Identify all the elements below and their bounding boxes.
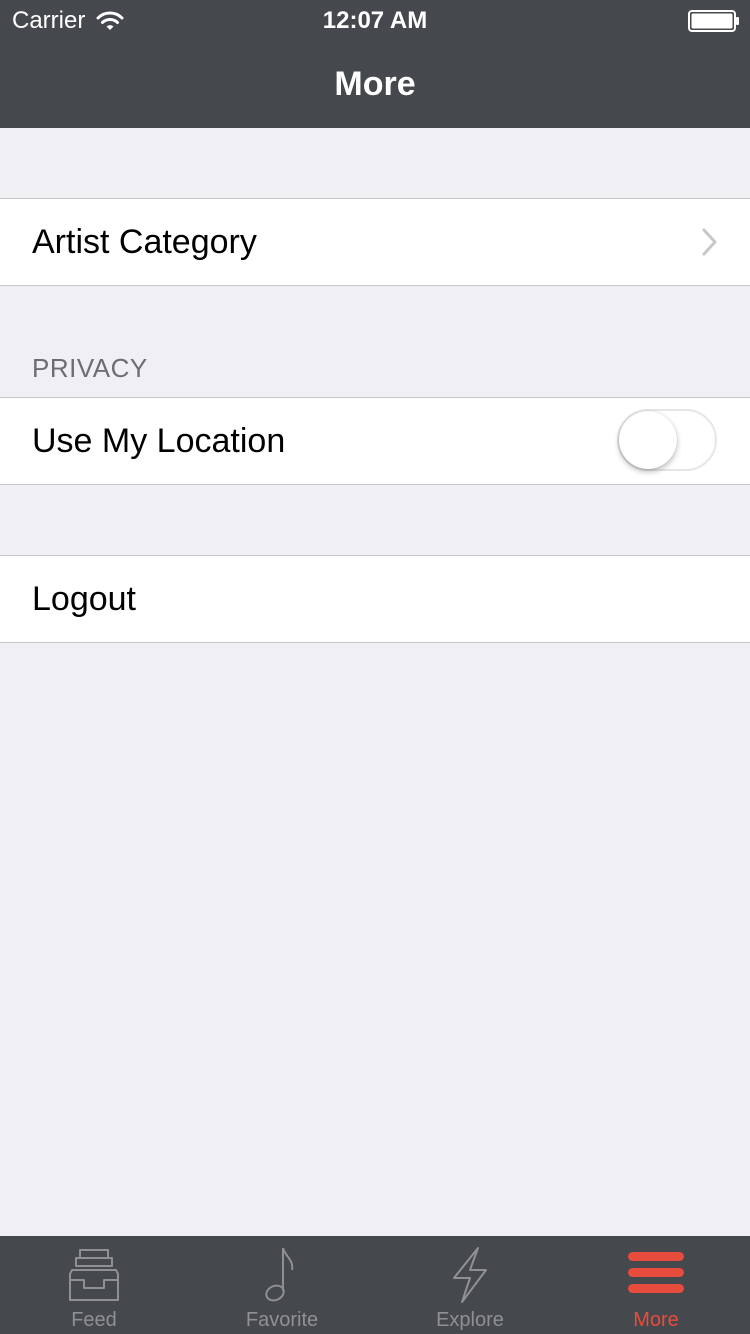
tab-more-label: More <box>633 1309 679 1331</box>
hamburger-menu-icon <box>628 1252 684 1293</box>
tab-bar: Feed Favorite Explore More <box>0 1236 750 1334</box>
navigation-bar: Carrier 12:07 AM More <box>0 0 750 128</box>
logout-row[interactable]: Logout <box>0 555 750 643</box>
toggle-knob <box>619 411 677 469</box>
privacy-section-header: PRIVACY <box>32 353 148 383</box>
inbox-tray-icon <box>69 1249 119 1301</box>
tab-favorite-label: Favorite <box>245 1309 319 1331</box>
status-time: 12:07 AM <box>322 7 428 34</box>
music-note-icon <box>265 1247 294 1302</box>
artist-category-label: Artist Category <box>32 222 257 261</box>
tab-feed-label: Feed <box>71 1309 117 1331</box>
page-title: More <box>334 65 416 103</box>
battery-icon <box>688 10 739 32</box>
use-my-location-row: Use My Location <box>0 397 750 485</box>
artist-category-row[interactable]: Artist Category <box>0 198 750 286</box>
logout-label: Logout <box>32 579 136 618</box>
tab-feed[interactable]: Feed <box>0 1236 188 1334</box>
tab-more[interactable]: More <box>562 1236 750 1334</box>
tab-explore-label: Explore <box>436 1309 504 1331</box>
use-my-location-label: Use My Location <box>32 421 286 460</box>
tab-favorite[interactable]: Favorite <box>188 1236 376 1334</box>
tab-explore[interactable]: Explore <box>376 1236 564 1334</box>
location-toggle[interactable] <box>617 409 717 471</box>
lightning-bolt-icon <box>453 1247 487 1303</box>
chevron-right-icon <box>702 228 717 256</box>
